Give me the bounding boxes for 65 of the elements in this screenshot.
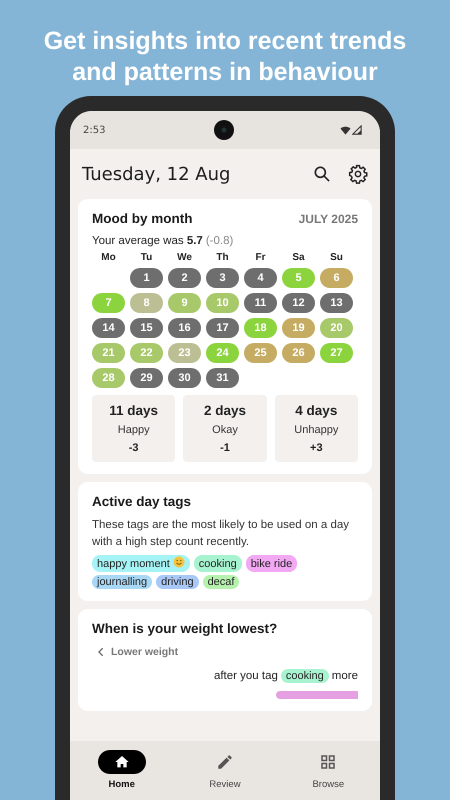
signal-icon: [352, 124, 362, 134]
change-value: -1: [220, 442, 230, 454]
tag-chip[interactable]: bike ride: [246, 555, 298, 572]
tag-chip[interactable]: journalling: [92, 575, 152, 589]
calendar-day[interactable]: 3: [206, 268, 239, 288]
sentence-text: more: [332, 670, 358, 682]
back-link[interactable]: Lower weight: [111, 646, 178, 658]
grid-icon: [319, 753, 338, 771]
nav-tab[interactable]: Home: [82, 750, 162, 800]
change-value: +3: [310, 442, 323, 454]
tag-chip[interactable]: happy moment: [92, 555, 190, 572]
calendar-day[interactable]: 15: [130, 318, 163, 338]
search-icon: [312, 164, 332, 184]
calendar-day[interactable]: 30: [168, 368, 201, 388]
wifi-icon: [340, 124, 351, 136]
tag-chip[interactable]: driving: [156, 575, 199, 589]
tag-chip[interactable]: cooking: [280, 669, 329, 683]
calendar-day[interactable]: 16: [168, 318, 201, 338]
card-title: Active day tags: [92, 494, 192, 509]
smiley-icon: [172, 556, 185, 568]
status-time: 2:53: [83, 124, 106, 136]
calendar-day[interactable]: 29: [130, 368, 163, 388]
calendar-day[interactable]: 14: [92, 318, 125, 338]
calendar-day[interactable]: 1: [130, 268, 163, 288]
weekday-label: Fr: [254, 252, 266, 263]
nav-tab[interactable]: Browse: [288, 750, 368, 800]
day-count: 11 days: [109, 403, 158, 418]
change-value: -3: [128, 442, 139, 454]
mood-label: Unhappy: [294, 424, 338, 436]
calendar-day[interactable]: 31: [206, 368, 239, 388]
calendar-day[interactable]: 11: [244, 293, 277, 313]
date-title: Tuesday, 12 Aug: [82, 164, 232, 184]
weekday-label: Th: [215, 252, 230, 263]
mood-label: Happy: [118, 424, 150, 436]
calendar-day[interactable]: 2: [168, 268, 201, 288]
average-text: Your average was 5.7: [92, 235, 203, 247]
settings-button[interactable]: [348, 164, 368, 184]
tag-chip[interactable]: cooking: [194, 555, 242, 572]
calendar-day[interactable]: 12: [282, 293, 315, 313]
calendar-day[interactable]: 13: [320, 293, 353, 313]
tag-chip[interactable]: decaf: [202, 575, 240, 589]
chevron-left-icon: [96, 647, 106, 657]
headline: Get insights into recent trends and patterns in behaviour: [42, 26, 408, 88]
day-count: 2 days: [204, 403, 246, 418]
camera-icon: [214, 120, 234, 140]
weekday-label: Mo: [100, 252, 117, 263]
card-description: These tags are the most likely to be used on a day with a high step count recently.: [92, 518, 350, 550]
settings-icon: [348, 164, 368, 184]
average-change: (-0.8): [206, 235, 234, 247]
weekday-label: Sa: [291, 252, 306, 263]
card-title: When is your weight lowest?: [92, 621, 278, 636]
weekday-label: Su: [329, 252, 344, 263]
weekday-label: Tu: [140, 252, 154, 263]
sentence-text: after you tag: [214, 670, 278, 682]
nav-tab[interactable]: Review: [184, 750, 265, 800]
card-title: Mood by month: [92, 211, 192, 226]
day-count: 4 days: [295, 403, 338, 418]
home-icon: [114, 754, 130, 770]
calendar-day[interactable]: 17: [206, 318, 239, 338]
calendar-day[interactable]: 4: [244, 268, 277, 288]
month-label: JULY 2025: [298, 212, 358, 226]
mood-label: Okay: [212, 424, 238, 436]
pencil-icon: [216, 753, 234, 771]
search-button[interactable]: [312, 164, 332, 184]
weekday-label: We: [176, 252, 193, 263]
